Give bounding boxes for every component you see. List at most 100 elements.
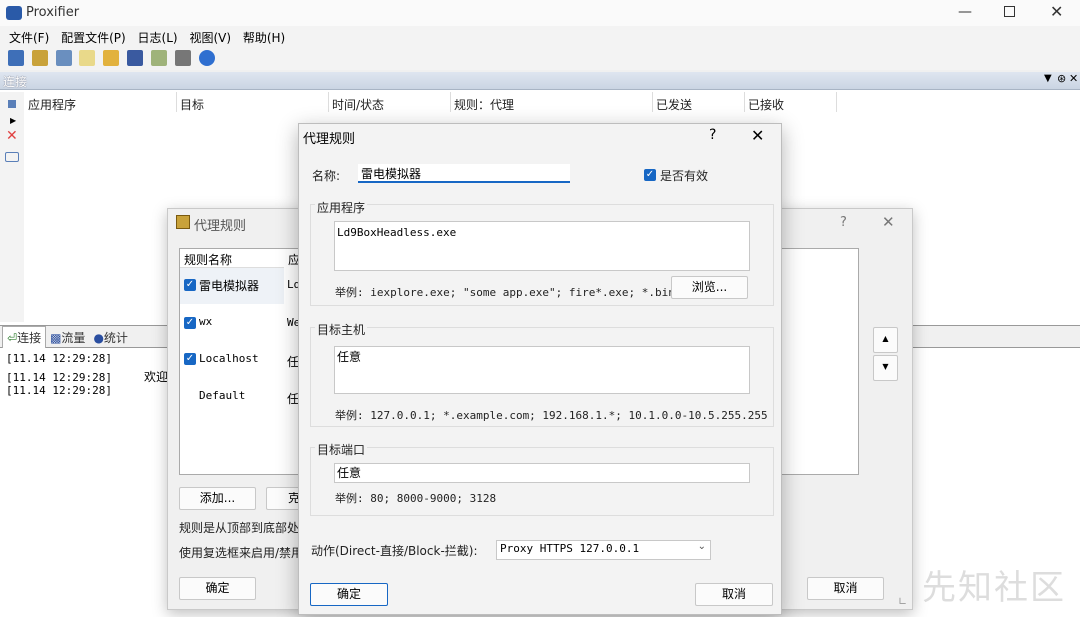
menu-bar: 文件(F) 配置文件(P) 日志(L) 视图(V) 帮助(H) [0, 26, 1080, 48]
statistics-pie-icon: ● [93, 331, 104, 345]
connections-header: 连接 ▼ ⊛ ✕ [0, 72, 1080, 90]
proxification-rules-icon[interactable] [31, 50, 48, 66]
rules-col-name[interactable]: 规则名称 [184, 251, 232, 268]
rules-note-order: 规则是从顶部到底部处 [179, 521, 300, 535]
menu-log[interactable]: 日志(L) [138, 31, 178, 45]
pin-icon[interactable]: ⊛ [1057, 72, 1066, 85]
minimize-icon[interactable]: — [958, 4, 972, 20]
rule-row[interactable]: ✓ Localhost [180, 342, 300, 378]
rule-enabled-checkbox[interactable]: ✓ [184, 278, 196, 291]
menu-file[interactable]: 文件(F) [9, 31, 49, 45]
col-target[interactable]: 目标 [180, 96, 204, 113]
menu-help[interactable]: 帮助(H) [243, 31, 285, 45]
chevron-down-icon: ⌄ [697, 541, 706, 552]
edit-cancel-button[interactable]: 取消 [695, 583, 773, 606]
rule-enabled-checkbox[interactable]: ✓ [184, 316, 196, 329]
col-application[interactable]: 应用程序 [28, 96, 76, 113]
application-hint: 举例: iexplore.exe; "some app.exe"; fire*.… [335, 286, 675, 299]
proxifier-logo-icon [6, 6, 22, 20]
action-select-value: Proxy HTTPS 127.0.0.1 [500, 542, 640, 555]
tab-connections-label: 连接 [17, 331, 42, 345]
col-sent[interactable]: 已发送 [656, 96, 692, 113]
log-time: [11.14 12:29:28] [6, 384, 112, 397]
target-host-group-label: 目标主机 [315, 321, 368, 338]
enabled-label: 是否有效 [660, 169, 709, 183]
rule-row[interactable]: ✓ wx [180, 304, 300, 342]
column-divider [450, 92, 451, 112]
panel-close-icon[interactable]: ✕ [1069, 72, 1078, 85]
menu-view[interactable]: 视图(V) [189, 31, 231, 45]
log-line: [11.14 12:29:28] 欢迎使 [6, 368, 180, 385]
name-input[interactable]: 雷电模拟器 [358, 164, 570, 183]
help-icon[interactable] [198, 50, 215, 66]
rule-row[interactable]: ✓ 雷电模拟器 [180, 268, 300, 304]
print-icon[interactable] [174, 50, 191, 66]
block-connection-icon[interactable] [5, 152, 19, 162]
title-bar: Proxifier — ✕ [0, 0, 1080, 26]
maximize-icon[interactable] [1004, 6, 1015, 17]
tab-statistics[interactable]: ●统计 [89, 327, 132, 348]
enabled-checkbox[interactable]: ✓ [644, 168, 656, 181]
expand-icon[interactable]: ▶ [10, 116, 16, 125]
rule-row[interactable]: Default [180, 378, 300, 416]
rules-table-right[interactable] [781, 248, 859, 475]
rule-name: wx [199, 315, 213, 328]
name-label: 名称: [312, 169, 341, 183]
edit-help-icon[interactable]: ? [709, 127, 716, 143]
column-divider [652, 92, 653, 112]
action-select[interactable]: Proxy HTTPS 127.0.0.1 ⌄ [496, 540, 711, 560]
edit-close-icon[interactable]: ✕ [751, 126, 764, 145]
open-profile-icon[interactable] [103, 50, 120, 66]
log-line: [11.14 12:29:28] [6, 352, 112, 365]
app-title: Proxifier [26, 5, 80, 20]
rules-dialog-icon [176, 215, 190, 229]
export-icon[interactable] [150, 50, 167, 66]
rule-name: Default [199, 389, 246, 402]
log-time: [11.14 12:29:28] [6, 371, 112, 384]
rules-ok-button[interactable]: 确定 [179, 577, 256, 600]
tab-connections[interactable]: ⏎连接 [2, 326, 47, 348]
application-group-label: 应用程序 [315, 199, 368, 216]
target-port-group-label: 目标端口 [315, 441, 368, 458]
rules-table-app-column[interactable]: 应 Ld We 任 任 [284, 248, 299, 475]
rule-name: 雷电模拟器 [199, 279, 260, 293]
move-down-button[interactable]: ▼ [873, 355, 898, 381]
rules-cancel-button[interactable]: 取消 [807, 577, 884, 600]
proxy-servers-icon[interactable] [8, 50, 24, 66]
target-port-input[interactable]: 任意 [334, 463, 750, 483]
col-received[interactable]: 已接收 [748, 96, 784, 113]
rules-close-icon[interactable]: ✕ [882, 213, 895, 231]
edit-dialog-title: 代理规则 [303, 132, 356, 147]
col-time-status[interactable]: 时间/状态 [332, 96, 384, 113]
applications-textarea[interactable]: Ld9BoxHeadless.exe [334, 221, 750, 271]
browse-button[interactable]: 浏览... [671, 276, 748, 299]
connection-side-toolbar: ▶ ✕ [0, 92, 24, 322]
menu-profile[interactable]: 配置文件(P) [61, 31, 126, 45]
add-rule-button[interactable]: 添加... [179, 487, 256, 510]
connections-title: 连接 [3, 75, 28, 89]
watermark: 先知社区 [922, 568, 1066, 608]
action-label: 动作(Direct-直接/Block-拦截): [311, 544, 478, 558]
kill-connection-icon[interactable]: ✕ [6, 128, 18, 144]
col-rule-proxy[interactable]: 规则：代理 [454, 96, 514, 113]
rule-name: Localhost [199, 352, 259, 365]
rules-dialog-title: 代理规则 [194, 219, 247, 234]
target-host-textarea[interactable]: 任意 [334, 346, 750, 394]
edit-ok-button[interactable]: 确定 [310, 583, 388, 606]
new-profile-icon[interactable] [79, 50, 96, 66]
applications-value: Ld9BoxHeadless.exe [337, 226, 457, 239]
rules-table[interactable]: 规则名称 ✓ 雷电模拟器 ✓ wx ✓ Localhost Default [179, 248, 300, 475]
save-profile-icon[interactable] [127, 50, 144, 66]
panel-menu-icon[interactable]: ▼ [1044, 73, 1052, 84]
rules-help-icon[interactable]: ? [840, 215, 847, 230]
close-icon[interactable]: ✕ [1050, 2, 1063, 21]
rule-enabled-checkbox[interactable]: ✓ [184, 352, 196, 365]
list-view-icon[interactable] [8, 100, 16, 108]
name-resolution-icon[interactable] [55, 50, 72, 66]
tab-traffic-label: 流量 [61, 331, 86, 345]
move-up-button[interactable]: ▲ [873, 327, 898, 353]
traffic-chart-icon: ▩ [50, 331, 62, 345]
tab-traffic[interactable]: ▩流量 [46, 327, 89, 348]
column-divider [744, 92, 745, 112]
resize-grip-icon[interactable]: ∟ [898, 595, 907, 608]
